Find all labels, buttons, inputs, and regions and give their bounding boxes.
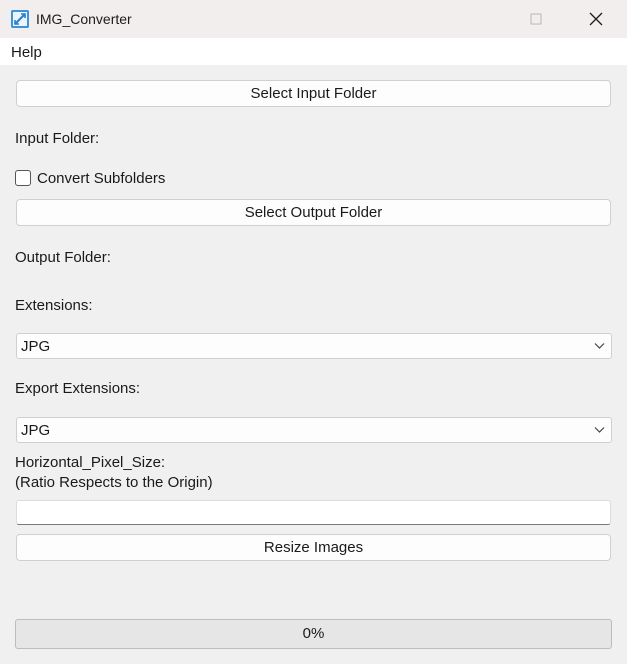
extensions-selected-value: JPG: [21, 338, 51, 355]
output-folder-label: Output Folder:: [15, 249, 111, 266]
main-panel: Select Input Folder Input Folder: Conver…: [0, 65, 627, 664]
maximize-button[interactable]: [513, 0, 559, 38]
convert-subfolders-row[interactable]: Convert Subfolders: [15, 169, 165, 187]
progress-bar: 0%: [15, 619, 612, 649]
input-folder-label: Input Folder:: [15, 130, 100, 147]
pixel-size-input[interactable]: [16, 500, 611, 525]
pixel-size-hint: (Ratio Respects to the Origin): [15, 474, 213, 491]
resize-images-button[interactable]: Resize Images: [16, 534, 611, 561]
convert-subfolders-label[interactable]: Convert Subfolders: [37, 170, 165, 187]
maximize-icon: [530, 13, 542, 25]
extensions-dropdown[interactable]: JPG: [16, 333, 612, 359]
extensions-label: Extensions:: [15, 297, 93, 314]
menu-bar: Help: [0, 38, 627, 65]
select-output-folder-button[interactable]: Select Output Folder: [16, 199, 611, 226]
export-extensions-dropdown[interactable]: JPG: [16, 417, 612, 443]
chevron-down-icon: [594, 427, 605, 433]
app-icon: [11, 10, 29, 28]
chevron-down-icon: [594, 343, 605, 349]
export-extensions-selected-value: JPG: [21, 422, 51, 439]
close-icon: [589, 12, 603, 26]
pixel-size-label: Horizontal_Pixel_Size:: [15, 454, 166, 471]
menu-item-help[interactable]: Help: [11, 44, 42, 61]
select-input-folder-button[interactable]: Select Input Folder: [16, 80, 611, 107]
window-title: IMG_Converter: [36, 11, 132, 27]
minimize-button[interactable]: [467, 0, 513, 38]
title-bar: IMG_Converter: [0, 0, 627, 38]
convert-subfolders-checkbox[interactable]: [15, 170, 31, 186]
progress-text: 0%: [302, 625, 325, 642]
export-extensions-label: Export Extensions:: [15, 380, 141, 397]
close-button[interactable]: [573, 0, 619, 38]
